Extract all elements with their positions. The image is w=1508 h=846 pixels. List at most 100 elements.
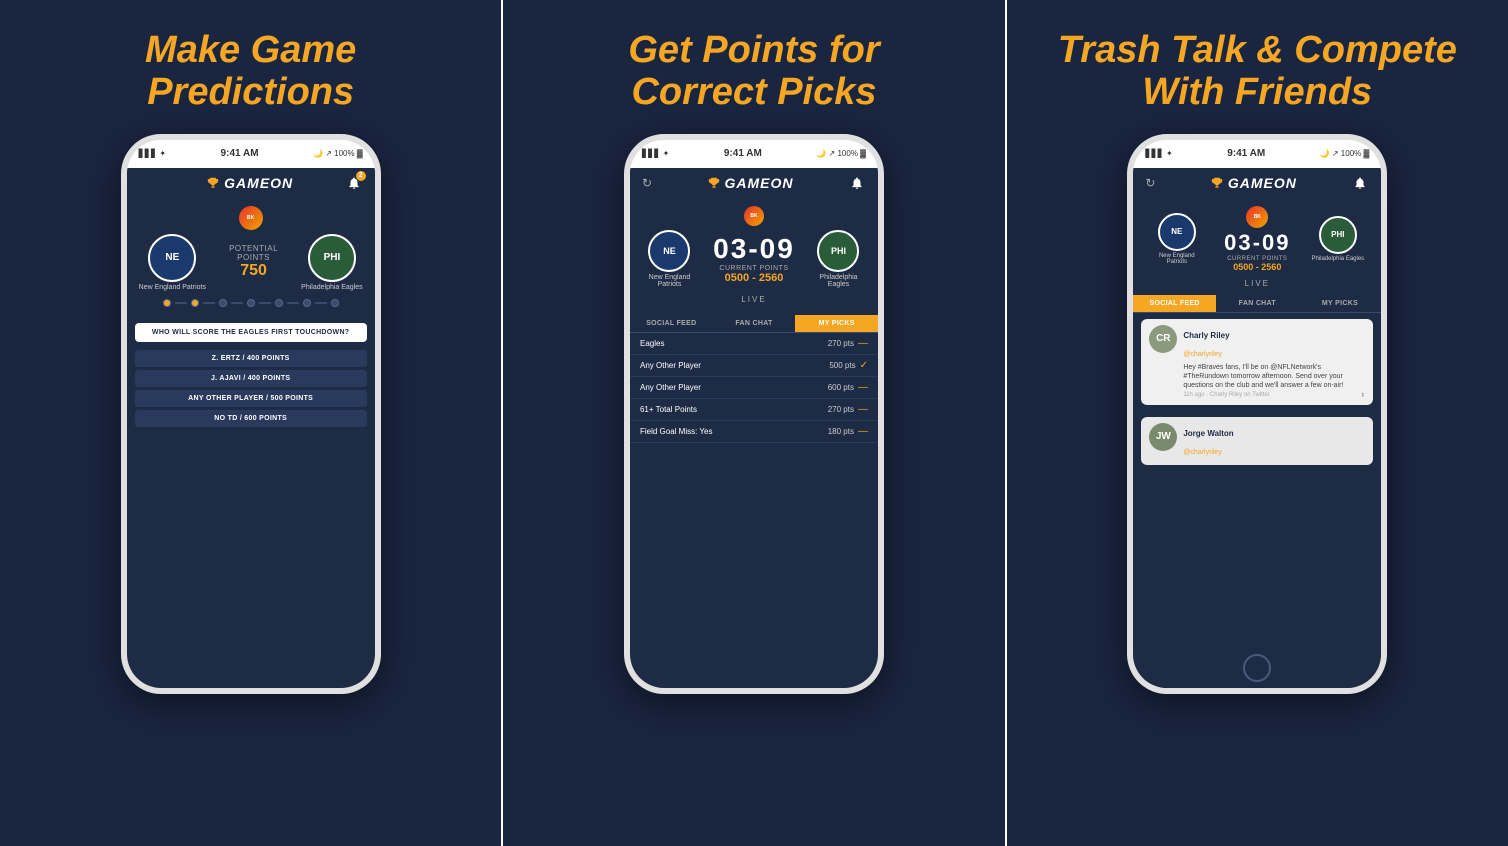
tabs-2: SOCIAL FEED FAN CHAT MY PICKS xyxy=(630,315,878,333)
app-header-3: ↻ GAMEON xyxy=(1133,168,1381,198)
bk-mid-3: BK xyxy=(1246,206,1268,228)
notification-badge-3[interactable] xyxy=(1351,174,1369,192)
username-1: Charly Riley xyxy=(1183,331,1229,340)
pick-row-2: Any Other Player 500 pts ✓ xyxy=(630,355,878,377)
live-badge-2: LIVE xyxy=(741,295,766,304)
home-button-3[interactable] xyxy=(1243,654,1271,682)
potential-label-1: POTENTIAL POINTS xyxy=(212,244,295,262)
refresh-icon-2[interactable]: ↻ xyxy=(642,176,652,190)
panel-social: Trash Talk & CompeteWith Friends ▋▋▋ ✦ 9… xyxy=(1007,0,1508,846)
logo-text-2: GAMEON xyxy=(725,175,794,191)
score-middle-2: 03-09 CURRENT POINTS 0500 - 2560 xyxy=(713,233,795,284)
pick-row-4: 61+ Total Points 270 pts — xyxy=(630,399,878,421)
pick-pts-4: 270 pts — xyxy=(828,404,868,415)
msg-time-1: 11h ago · Charly Riley on Twitter xyxy=(1183,392,1270,399)
trophy-icon-2 xyxy=(707,176,721,190)
time-display-3: 9:41 AM xyxy=(1227,148,1265,159)
status-bar-2: ▋▋▋ ✦ 9:41 AM 🌙 ↗ 100% ▓ xyxy=(630,140,878,168)
live-badge-3: LIVE xyxy=(1245,279,1270,288)
tab-my-picks-2[interactable]: MY PICKS xyxy=(795,315,878,332)
pick-pts-2: 500 pts ✓ xyxy=(829,360,868,371)
p3-ne-badge: NE xyxy=(1158,213,1196,251)
connector-2 xyxy=(203,302,215,304)
status-bar-1: ▋▋▋ ✦ 9:41 AM 🌙 ↗ 100% ▓ xyxy=(127,140,375,168)
cp-value-3: 0500 - 2560 xyxy=(1204,262,1310,272)
panel-3-title: Trash Talk & CompeteWith Friends xyxy=(1058,30,1457,114)
time-display-1: 9:41 AM xyxy=(221,148,259,159)
pick-status-3: — xyxy=(858,382,868,393)
app-logo-1: GAMEON xyxy=(206,175,293,191)
phone-2: ▋▋▋ ✦ 9:41 AM 🌙 ↗ 100% ▓ ↻ GAMEON xyxy=(624,134,884,694)
ne-name-1: New England Patriots xyxy=(139,284,206,291)
avatar-1: CR xyxy=(1149,325,1177,353)
tab-social-3[interactable]: SOCIAL FEED xyxy=(1133,295,1216,312)
tab-fan-chat-3[interactable]: FAN CHAT xyxy=(1216,295,1299,312)
pick-row-1: Eagles 270 pts — xyxy=(630,333,878,355)
teams-row-1: NE New England Patriots POTENTIAL POINTS… xyxy=(139,234,363,291)
battery-icon-2: 🌙 ↗ 100% ▓ xyxy=(816,149,866,158)
dot-6 xyxy=(303,299,311,307)
signal-icon-3: ▋▋▋ ✦ xyxy=(1145,149,1172,158)
picks-list-2: Eagles 270 pts — Any Other Player 500 pt… xyxy=(630,333,878,688)
answer-options-1: Z. ERTZ / 400 POINTS J. AJAVI / 400 POIN… xyxy=(127,346,375,431)
question-text-1: WHO WILL SCORE THE EAGLES FIRST TOUCHDOW… xyxy=(143,329,359,336)
share-icon-1[interactable]: ⬆ xyxy=(1360,392,1365,399)
time-display-2: 9:41 AM xyxy=(724,148,762,159)
message-content-2: Jorge Walton @charlyriley xyxy=(1183,423,1365,459)
answer-2[interactable]: J. AJAVI / 400 POINTS xyxy=(135,370,367,387)
screen-2: ↻ GAMEON BK xyxy=(630,168,878,688)
logo-text-1: GAMEON xyxy=(224,175,293,191)
battery-icon-3: 🌙 ↗ 100% ▓ xyxy=(1320,149,1370,158)
team-badge-ne-1: NE xyxy=(148,234,196,282)
pick-status-5: — xyxy=(858,426,868,437)
panel-1-title: Make GamePredictions xyxy=(145,30,356,114)
pick-name-2: Any Other Player xyxy=(640,361,701,370)
bell-icon-3 xyxy=(1353,176,1367,190)
pick-row-3: Any Other Player 600 pts — xyxy=(630,377,878,399)
panel-2-title: Get Points forCorrect Picks xyxy=(628,30,879,114)
middle-info-1: POTENTIAL POINTS 750 xyxy=(206,244,301,280)
phi-name-1: Philadelphia Eagles xyxy=(301,284,363,291)
score-display-2: 03-09 xyxy=(713,233,795,265)
notification-badge-1[interactable]: 2 xyxy=(345,174,363,192)
handle-2: @charlyriley xyxy=(1183,449,1222,456)
pick-name-3: Any Other Player xyxy=(640,383,701,392)
social-feed-3: CR Charly Riley @charlyriley Hey #Braves… xyxy=(1133,313,1381,648)
answer-4[interactable]: NO TD / 600 POINTS xyxy=(135,410,367,427)
p3-ne-info: NE New England Patriots xyxy=(1149,213,1204,265)
pick-pts-1: 270 pts — xyxy=(828,338,868,349)
msg-text-1: Hey #Braves fans, I'll be on @NFLNetwork… xyxy=(1183,363,1365,390)
connector-6 xyxy=(315,302,327,304)
p3-teams-row: NE New England Patriots BK 03-09 CURRENT… xyxy=(1141,206,1373,272)
screen-3: ↻ GAMEON NE New En xyxy=(1133,168,1381,688)
chat-message-1: CR Charly Riley @charlyriley Hey #Braves… xyxy=(1141,319,1373,405)
dot-3 xyxy=(219,299,227,307)
team-badge-ne-2: NE xyxy=(648,230,690,272)
current-points-label-2: CURRENT POINTS xyxy=(719,265,788,272)
progress-dots-1 xyxy=(163,299,339,307)
bk-sponsor-1: BK xyxy=(239,206,263,230)
home-button-area-3 xyxy=(1133,648,1381,688)
answer-1[interactable]: Z. ERTZ / 400 POINTS xyxy=(135,350,367,367)
p3-phi-badge: PHI xyxy=(1319,216,1357,254)
phi-name-2: PhiladelphiaEagles xyxy=(819,274,857,288)
dot-7 xyxy=(331,299,339,307)
answer-3[interactable]: ANY OTHER PLAYER / 500 POINTS xyxy=(135,390,367,407)
tab-social-feed-2[interactable]: SOCIAL FEED xyxy=(630,315,713,332)
tab-fan-chat-2[interactable]: FAN CHAT xyxy=(713,315,796,332)
panel-predictions: Make GamePredictions ▋▋▋ ✦ 9:41 AM 🌙 ↗ 1… xyxy=(0,0,501,846)
trophy-icon-3 xyxy=(1210,176,1224,190)
connector-4 xyxy=(259,302,271,304)
teams-row-2: NE New EnglandPatriots 03-09 CURRENT POI… xyxy=(642,230,866,288)
app-logo-2: GAMEON xyxy=(707,175,794,191)
potential-points-1: 750 xyxy=(212,262,295,280)
pick-status-1: — xyxy=(858,338,868,349)
bk-sponsor-2: BK xyxy=(744,206,764,226)
dot-5 xyxy=(275,299,283,307)
notification-badge-2[interactable] xyxy=(848,174,866,192)
bell-icon-2 xyxy=(850,176,864,190)
pick-name-5: Field Goal Miss: Yes xyxy=(640,427,712,436)
tab-my-picks-3[interactable]: MY PICKS xyxy=(1299,295,1382,312)
msg-meta-1: 11h ago · Charly Riley on Twitter ⬆ xyxy=(1183,392,1365,399)
refresh-icon-3[interactable]: ↻ xyxy=(1145,176,1155,190)
